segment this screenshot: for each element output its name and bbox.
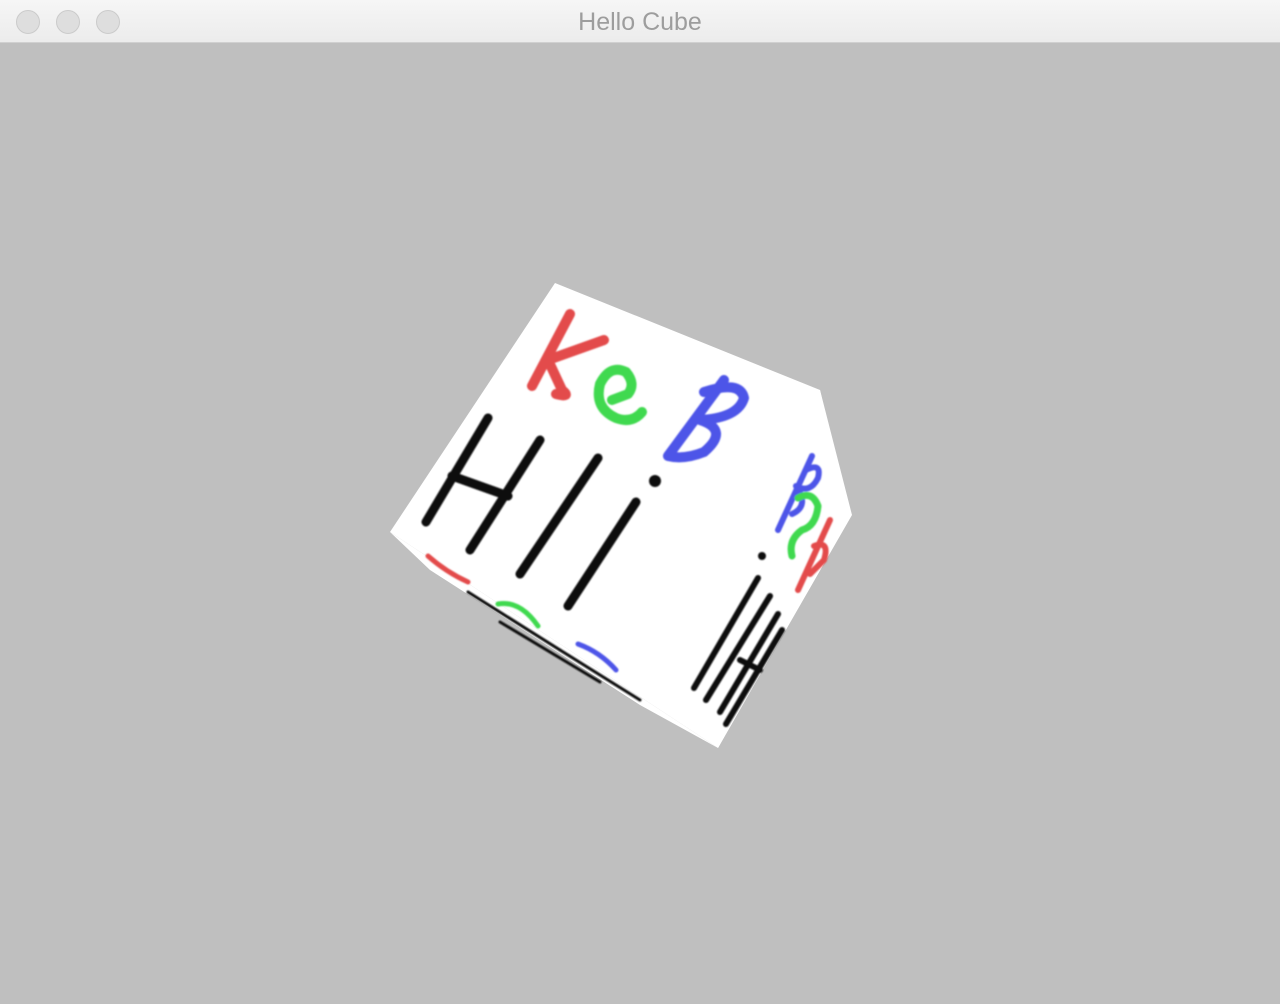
- window-title: Hello Cube: [578, 8, 702, 36]
- title-bar[interactable]: Hello Cube: [0, 0, 1280, 43]
- cube-render: [390, 283, 852, 748]
- app-window: Hello Cube: [0, 0, 1280, 1004]
- gl-viewport[interactable]: [0, 43, 1280, 1004]
